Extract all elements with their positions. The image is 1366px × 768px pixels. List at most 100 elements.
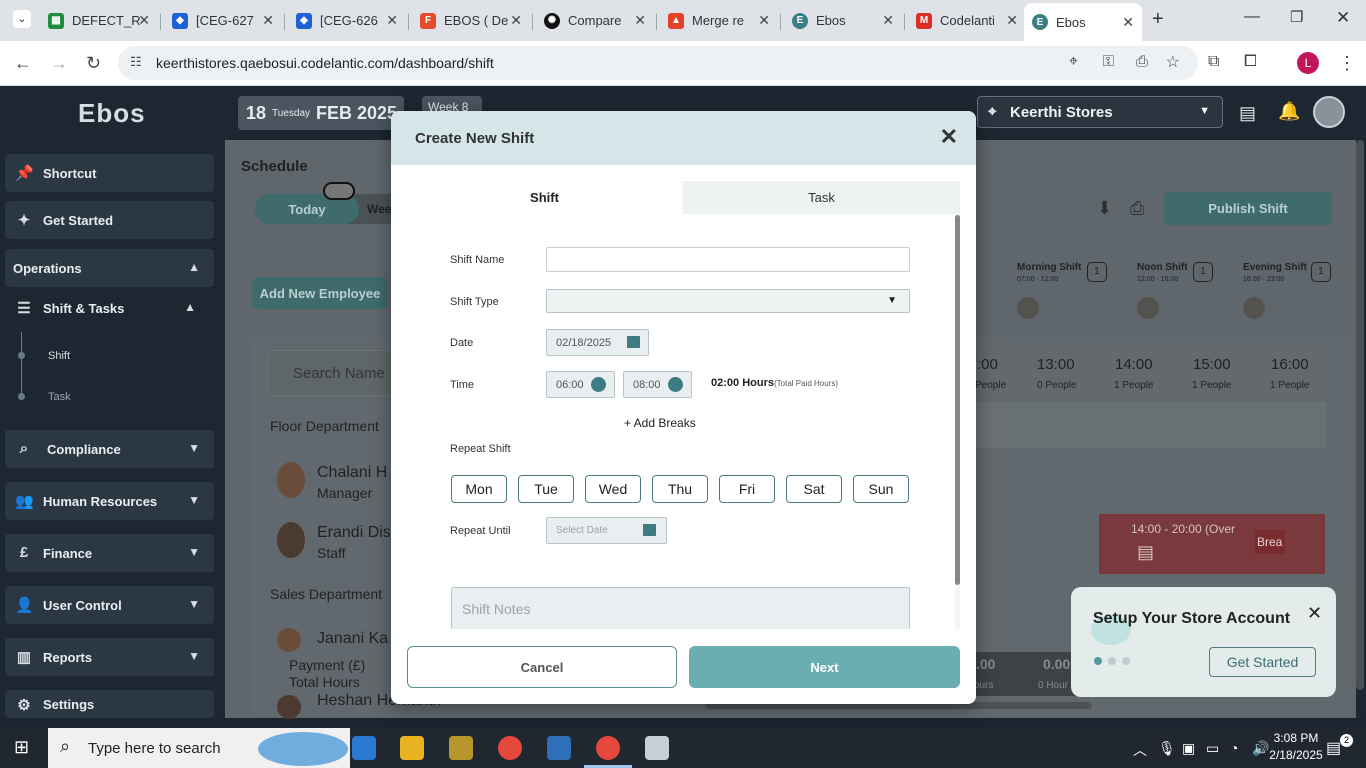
- tab-task[interactable]: Task: [683, 181, 960, 214]
- date-input[interactable]: 02/18/2025: [546, 329, 649, 356]
- form-scrollbar[interactable]: [955, 215, 960, 585]
- publish-shift-button[interactable]: Publish Shift: [1164, 192, 1332, 225]
- start-time-input[interactable]: 06:00: [546, 371, 615, 398]
- repeat-until-input[interactable]: Select Date: [546, 517, 667, 544]
- employee-name[interactable]: Erandi Dis: [317, 524, 391, 542]
- sidebar-item-finance[interactable]: £ Finance ▼: [5, 534, 214, 572]
- shift-type-select[interactable]: ▼: [546, 289, 910, 313]
- day-wed-button[interactable]: Wed: [585, 475, 641, 503]
- browser-tab[interactable]: ✺ Compare ✕: [536, 6, 654, 35]
- employee-name[interactable]: Chalani H: [317, 464, 387, 482]
- close-icon[interactable]: ✕: [940, 125, 958, 149]
- paint-app-icon[interactable]: [645, 736, 669, 760]
- day-fri-button[interactable]: Fri: [719, 475, 775, 503]
- search-input[interactable]: Search Name: [268, 350, 398, 396]
- day-mon-button[interactable]: Mon: [451, 475, 507, 503]
- next-button[interactable]: Next: [689, 646, 960, 688]
- sidebar-item-task[interactable]: Task: [48, 391, 71, 403]
- reload-icon[interactable]: ↻: [86, 53, 101, 74]
- taskbar-search[interactable]: ⌕ Type here to search: [48, 728, 350, 768]
- browser-tab[interactable]: ▲ Merge re ✕: [660, 6, 778, 35]
- close-tab-icon[interactable]: ✕: [882, 12, 894, 29]
- shift-block[interactable]: 14:00 - 20:00 (Over: [1099, 514, 1325, 574]
- close-tab-icon[interactable]: ✕: [386, 12, 398, 29]
- bookmark-star-icon[interactable]: ☆: [1166, 52, 1180, 72]
- user-avatar[interactable]: [1313, 96, 1345, 128]
- page-scrollbar[interactable]: [1356, 140, 1364, 690]
- cancel-button[interactable]: Cancel: [407, 646, 677, 688]
- browser-tab-active[interactable]: E Ebos ✕: [1024, 3, 1142, 41]
- notification-bell-icon[interactable]: 🔔: [1278, 101, 1300, 122]
- close-tab-icon[interactable]: ✕: [758, 12, 770, 29]
- restore-icon[interactable]: ❐: [1290, 8, 1303, 26]
- download-icon[interactable]: ⬇: [1097, 198, 1112, 219]
- browser-tab[interactable]: ◆ [CEG-627 ✕: [164, 6, 282, 35]
- sidebar-item-human-resources[interactable]: 👥 Human Resources ▼: [5, 482, 214, 520]
- browser-tab[interactable]: E Ebos ✕: [784, 6, 902, 35]
- camera-icon[interactable]: ▣: [1182, 740, 1195, 757]
- url-bar[interactable]: ☷ keerthistores.qaebosui.codelantic.com/…: [118, 46, 1198, 80]
- close-tab-icon[interactable]: ✕: [1122, 14, 1134, 31]
- teams-icon[interactable]: [547, 736, 571, 760]
- battery-icon[interactable]: ▭: [1206, 740, 1219, 757]
- profile-avatar[interactable]: L: [1297, 52, 1319, 74]
- close-tab-icon[interactable]: ✕: [510, 12, 522, 29]
- store-app-icon[interactable]: [449, 736, 473, 760]
- browser-menu-icon[interactable]: ⋮: [1338, 53, 1356, 74]
- end-time-input[interactable]: 08:00: [623, 371, 692, 398]
- clock-date[interactable]: 2/18/2025: [1266, 748, 1326, 762]
- carousel-dot-active[interactable]: [1094, 657, 1102, 665]
- sidebar-item-compliance[interactable]: ⌕ Compliance ▼: [5, 430, 214, 468]
- print-icon[interactable]: ⎙: [1130, 198, 1144, 219]
- calendar-icon[interactable]: [627, 336, 640, 348]
- calendar-icon[interactable]: [643, 524, 656, 536]
- new-tab-icon[interactable]: +: [1152, 8, 1164, 31]
- close-tab-icon[interactable]: ✕: [1006, 12, 1018, 29]
- day-sat-button[interactable]: Sat: [786, 475, 842, 503]
- sidebar-item-user-control[interactable]: 👤 User Control ▼: [5, 586, 214, 624]
- employee-name[interactable]: Janani Ka: [317, 630, 388, 648]
- week-button[interactable]: Wee: [367, 202, 391, 216]
- extensions-icon[interactable]: ⧠: [1244, 53, 1257, 71]
- carousel-dot[interactable]: [1122, 657, 1130, 665]
- day-tue-button[interactable]: Tue: [518, 475, 574, 503]
- clock-icon[interactable]: [668, 377, 683, 392]
- close-tab-icon[interactable]: ✕: [138, 12, 150, 29]
- notification-center-icon[interactable]: ▤: [1326, 738, 1341, 758]
- add-breaks-link[interactable]: + Add Breaks: [624, 416, 696, 430]
- microphone-icon[interactable]: 🎙: [1158, 740, 1176, 757]
- key-icon[interactable]: ⚿: [1103, 53, 1114, 70]
- sidebar-item-settings[interactable]: ⚙ Settings: [5, 690, 214, 718]
- file-explorer-icon[interactable]: [400, 736, 424, 760]
- day-thu-button[interactable]: Thu: [652, 475, 708, 503]
- shift-name-input[interactable]: [546, 247, 910, 272]
- sidebar-section-operations[interactable]: Operations ▲: [5, 249, 214, 287]
- sidebar-item-get-started[interactable]: ✦ Get Started: [5, 201, 214, 239]
- wifi-icon[interactable]: ◔: [1230, 740, 1238, 756]
- close-tab-icon[interactable]: ✕: [634, 12, 646, 29]
- sidebar-item-reports[interactable]: ▥ Reports ▼: [5, 638, 214, 676]
- shift-notes-textarea[interactable]: Shift Notes: [451, 587, 910, 629]
- install-icon[interactable]: ⎙: [1136, 53, 1148, 70]
- chrome-icon[interactable]: [498, 736, 522, 760]
- day-sun-button[interactable]: Sun: [853, 475, 909, 503]
- location-icon[interactable]: ⌖: [1069, 53, 1078, 71]
- chat-icon[interactable]: ▤: [1239, 103, 1256, 124]
- side-panel-icon[interactable]: ⧉: [1208, 53, 1219, 71]
- clock-icon[interactable]: [591, 377, 606, 392]
- store-selector[interactable]: ⌖ Keerthi Stores ▼: [977, 96, 1223, 128]
- site-info-icon[interactable]: ☷: [130, 54, 142, 70]
- close-icon[interactable]: ✕: [1307, 603, 1322, 624]
- chrome-profile-icon[interactable]: [596, 736, 620, 760]
- close-tab-icon[interactable]: ✕: [262, 12, 274, 29]
- tab-shift[interactable]: Shift: [407, 181, 682, 214]
- browser-tab[interactable]: F EBOS ( De ✕: [412, 6, 530, 35]
- back-icon[interactable]: ←: [14, 53, 32, 74]
- add-employee-button[interactable]: Add New Employee: [252, 277, 388, 309]
- minimize-icon[interactable]: —: [1244, 8, 1260, 26]
- date-chip[interactable]: 18 Tuesday FEB 2025: [238, 96, 404, 130]
- vscode-icon[interactable]: [352, 736, 376, 760]
- forward-icon[interactable]: →: [50, 53, 68, 74]
- close-window-icon[interactable]: ✕: [1336, 8, 1350, 28]
- get-started-button[interactable]: Get Started: [1209, 647, 1316, 677]
